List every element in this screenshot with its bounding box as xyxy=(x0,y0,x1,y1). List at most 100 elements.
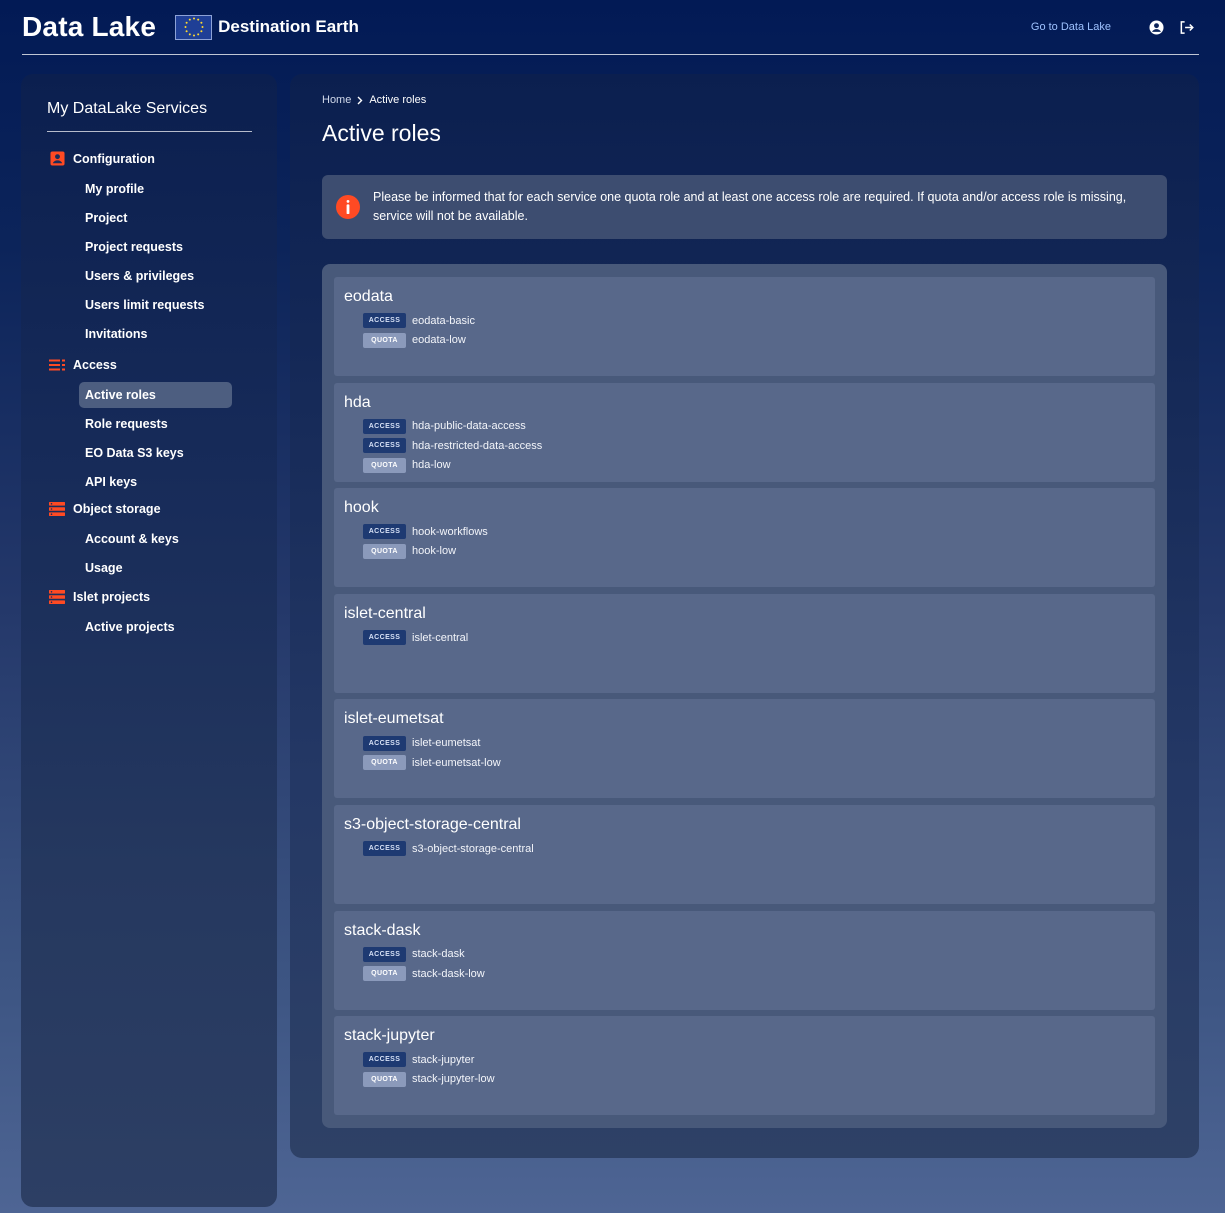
role-row: ACCESS eodata-basic xyxy=(344,311,1145,331)
role-name: stack-dask xyxy=(412,948,465,961)
role-row: QUOTA stack-jupyter-low xyxy=(344,1070,1145,1090)
role-row: ACCESS s3-object-storage-central xyxy=(344,839,1145,859)
role-name: hda-low xyxy=(412,459,451,472)
breadcrumb-current: Active roles xyxy=(369,94,427,106)
storage-icon xyxy=(49,589,65,605)
sidebar-item-active-roles[interactable]: Active roles xyxy=(79,382,232,408)
role-name: islet-eumetsat-low xyxy=(412,756,501,769)
logout-icon[interactable] xyxy=(1177,18,1195,36)
access-badge: ACCESS xyxy=(363,1052,406,1068)
role-name: s3-object-storage-central xyxy=(412,842,534,855)
sidebar: My DataLake Services Configuration My pr… xyxy=(21,74,277,1207)
role-row: ACCESS islet-central xyxy=(344,628,1145,648)
sidebar-item-invitations[interactable]: Invitations xyxy=(79,321,232,347)
sidebar-item-active-projects[interactable]: Active projects xyxy=(79,614,232,640)
app-title[interactable]: Data Lake xyxy=(22,11,156,43)
access-badge: ACCESS xyxy=(363,438,406,454)
service-name: s3-object-storage-central xyxy=(344,815,521,833)
sidebar-item-users-limit-requests[interactable]: Users limit requests xyxy=(79,292,232,318)
role-name: islet-central xyxy=(412,631,469,644)
role-name: islet-eumetsat xyxy=(412,737,481,750)
header-actions: Go to Data Lake xyxy=(1031,18,1199,36)
services-list: eodata ACCESS eodata-basic QUOTA eodata-low h… xyxy=(322,264,1167,1128)
app-header: Data Lake Destination Earth Go to Data L… xyxy=(22,0,1199,55)
quota-badge: QUOTA xyxy=(363,966,406,982)
role-row: QUOTA islet-eumetsat-low xyxy=(344,753,1145,773)
access-badge: ACCESS xyxy=(363,841,406,857)
sidebar-item-account-keys[interactable]: Account & keys xyxy=(79,526,232,552)
sidebar-item-users-privileges[interactable]: Users & privileges xyxy=(79,263,232,289)
service-card: eodata ACCESS eodata-basic QUOTA eodata-low xyxy=(334,277,1155,376)
role-row: QUOTA eodata-low xyxy=(344,331,1145,351)
logo-text: Destination Earth xyxy=(218,17,359,36)
sidebar-item-project[interactable]: Project xyxy=(79,205,232,231)
sidebar-section-configuration[interactable]: Configuration xyxy=(47,144,251,173)
sidebar-item-role-requests[interactable]: Role requests xyxy=(79,411,232,437)
role-row: ACCESS hda-public-data-access xyxy=(344,417,1145,437)
access-badge: ACCESS xyxy=(363,418,406,434)
eu-flag-icon xyxy=(175,14,213,40)
role-name: hda-public-data-access xyxy=(412,420,526,433)
breadcrumb: Home Active roles xyxy=(322,94,1167,106)
role-row: ACCESS islet-eumetsat xyxy=(344,733,1145,753)
role-row: QUOTA hook-low xyxy=(344,542,1145,562)
access-badge: ACCESS xyxy=(363,630,406,646)
page-title: Active roles xyxy=(322,120,441,146)
service-name: stack-jupyter xyxy=(344,1027,435,1045)
section-label: Islet projects xyxy=(73,589,151,604)
service-name: islet-eumetsat xyxy=(344,710,444,728)
service-card: islet-eumetsat ACCESS islet-eumetsat QUOTA i… xyxy=(334,699,1155,799)
sidebar-item-eo-data-s3-keys[interactable]: EO Data S3 keys xyxy=(79,440,232,466)
user-circle-icon[interactable] xyxy=(1147,18,1165,36)
service-card: hda ACCESS hda-public-data-access ACCESS hda… xyxy=(334,382,1155,482)
section-label: Access xyxy=(73,357,117,372)
quota-badge: QUOTA xyxy=(363,332,406,348)
role-row: ACCESS stack-dask xyxy=(344,945,1145,965)
sidebar-item-my-profile[interactable]: My profile xyxy=(79,176,232,202)
main-panel: Home Active roles Active roles Please be… xyxy=(290,74,1199,1158)
section-label: Configuration xyxy=(73,151,155,166)
role-name: eodata-low xyxy=(412,334,466,347)
sidebar-item-usage[interactable]: Usage xyxy=(79,555,232,581)
service-card: islet-central ACCESS islet-central xyxy=(334,593,1155,693)
access-badge: ACCESS xyxy=(363,735,406,751)
role-name: eodata-basic xyxy=(412,314,475,327)
quota-badge: QUOTA xyxy=(363,755,406,771)
access-badge: ACCESS xyxy=(363,946,406,962)
role-row: ACCESS stack-jupyter xyxy=(344,1050,1145,1070)
role-name: stack-jupyter xyxy=(412,1053,475,1066)
sidebar-section-islet-projects[interactable]: Islet projects xyxy=(47,582,251,611)
destination-earth-logo[interactable]: Destination Earth xyxy=(175,14,359,40)
list-icon xyxy=(49,357,65,373)
service-card: hook ACCESS hook-workflows QUOTA hook-low xyxy=(334,488,1155,588)
info-icon xyxy=(336,195,360,219)
info-text: Please be informed that for each service… xyxy=(373,190,1127,223)
role-row: QUOTA hda-low xyxy=(344,456,1145,476)
sidebar-item-api-keys[interactable]: API keys xyxy=(79,469,232,495)
service-name: stack-dask xyxy=(344,921,421,939)
role-row: ACCESS hda-restricted-data-access xyxy=(344,436,1145,456)
sidebar-item-project-requests[interactable]: Project requests xyxy=(79,234,232,260)
quota-badge: QUOTA xyxy=(363,457,406,473)
section-label: Object storage xyxy=(73,501,161,516)
role-name: stack-jupyter-low xyxy=(412,1073,495,1086)
sidebar-section-object-storage[interactable]: Object storage xyxy=(47,494,251,523)
access-badge: ACCESS xyxy=(363,524,406,540)
role-row: ACCESS hook-workflows xyxy=(344,522,1145,542)
sidebar-title: My DataLake Services xyxy=(47,100,252,132)
info-banner: Please be informed that for each service… xyxy=(322,175,1167,239)
service-card: s3-object-storage-central ACCESS s3-object… xyxy=(334,804,1155,904)
role-name: hook-low xyxy=(412,545,457,558)
account-box-icon xyxy=(49,151,65,167)
quota-badge: QUOTA xyxy=(363,1071,406,1087)
go-to-data-lake-link[interactable]: Go to Data Lake xyxy=(1031,21,1111,33)
access-badge: ACCESS xyxy=(363,313,406,329)
role-name: hda-restricted-data-access xyxy=(412,439,543,452)
role-name: stack-dask-low xyxy=(412,967,485,980)
quota-badge: QUOTA xyxy=(363,543,406,559)
service-card: stack-dask ACCESS stack-dask QUOTA stack-das… xyxy=(334,910,1155,1010)
service-name: eodata xyxy=(344,288,393,305)
service-name: hook xyxy=(344,499,379,517)
breadcrumb-home[interactable]: Home xyxy=(322,94,351,106)
sidebar-section-access[interactable]: Access xyxy=(47,350,251,379)
